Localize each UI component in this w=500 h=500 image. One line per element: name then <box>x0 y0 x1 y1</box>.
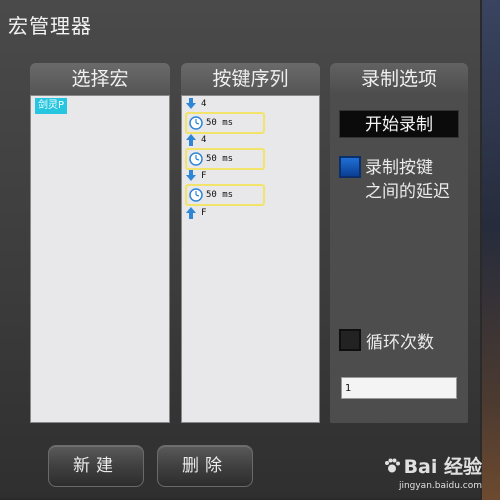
delete-macro-button[interactable]: 删除 <box>157 445 253 487</box>
key-label: F <box>201 208 207 218</box>
clock-icon <box>189 116 203 130</box>
delay-label: 50 ms <box>206 118 234 128</box>
key-sequence-panel: 按键序列 4 50 ms 4 50 ms F 50 ms F <box>181 63 320 423</box>
macro-manager-window: 宏管理器 选择宏 剑灵P 按键序列 4 50 ms 4 50 ms F 50 m… <box>0 0 482 500</box>
record-delay-checkbox[interactable] <box>339 156 361 178</box>
key-label: F <box>201 171 207 181</box>
record-options-header: 录制选项 <box>330 63 468 95</box>
baidu-jingyan-watermark: Bai 经验 jingyan.baidu.com <box>383 452 482 491</box>
record-delay-label-line2: 之间的延迟 <box>365 182 450 202</box>
macro-list[interactable]: 剑灵P <box>30 95 170 423</box>
key-sequence-header: 按键序列 <box>181 63 320 95</box>
clock-icon <box>189 152 203 166</box>
record-delay-label-line1: 录制按键 <box>365 158 433 178</box>
key-sequence-list[interactable]: 4 50 ms 4 50 ms F 50 ms F <box>181 95 320 423</box>
macro-list-item[interactable]: 剑灵P <box>35 98 68 114</box>
key-down-arrow-icon <box>186 98 196 109</box>
delay-row[interactable]: 50 ms <box>185 148 265 170</box>
watermark-brand: Bai 经验 <box>403 456 482 478</box>
loop-count-checkbox[interactable] <box>339 329 361 351</box>
key-up-arrow-icon <box>186 134 196 146</box>
record-options-panel: 录制选项 开始录制 录制按键 之间的延迟 循环次数 <box>330 63 468 423</box>
key-event-row[interactable]: 4 <box>185 133 206 147</box>
clock-icon <box>189 188 203 202</box>
select-macro-panel: 选择宏 剑灵P <box>30 63 170 423</box>
loop-count-input[interactable] <box>341 377 457 399</box>
delay-label: 50 ms <box>206 190 234 200</box>
start-record-button[interactable]: 开始录制 <box>339 110 459 138</box>
paw-icon <box>384 458 400 472</box>
key-event-row[interactable]: F <box>185 169 206 183</box>
key-down-arrow-icon <box>186 170 196 181</box>
record-delay-label: 录制按键 之间的延迟 <box>365 156 470 204</box>
delay-label: 50 ms <box>206 154 234 164</box>
key-label: 4 <box>201 135 207 145</box>
delay-row[interactable]: 50 ms <box>185 112 265 134</box>
key-up-arrow-icon <box>186 207 196 219</box>
key-event-row[interactable]: F <box>185 206 206 220</box>
select-macro-header: 选择宏 <box>30 63 170 95</box>
loop-count-label: 循环次数 <box>366 333 434 353</box>
watermark-logo: Bai 经验 <box>383 452 482 479</box>
key-event-row[interactable]: 4 <box>185 97 206 111</box>
watermark-url: jingyan.baidu.com <box>398 481 482 491</box>
delay-row[interactable]: 50 ms <box>185 184 265 206</box>
window-title: 宏管理器 <box>8 14 92 38</box>
new-macro-button[interactable]: 新建 <box>48 445 144 487</box>
key-label: 4 <box>201 99 207 109</box>
